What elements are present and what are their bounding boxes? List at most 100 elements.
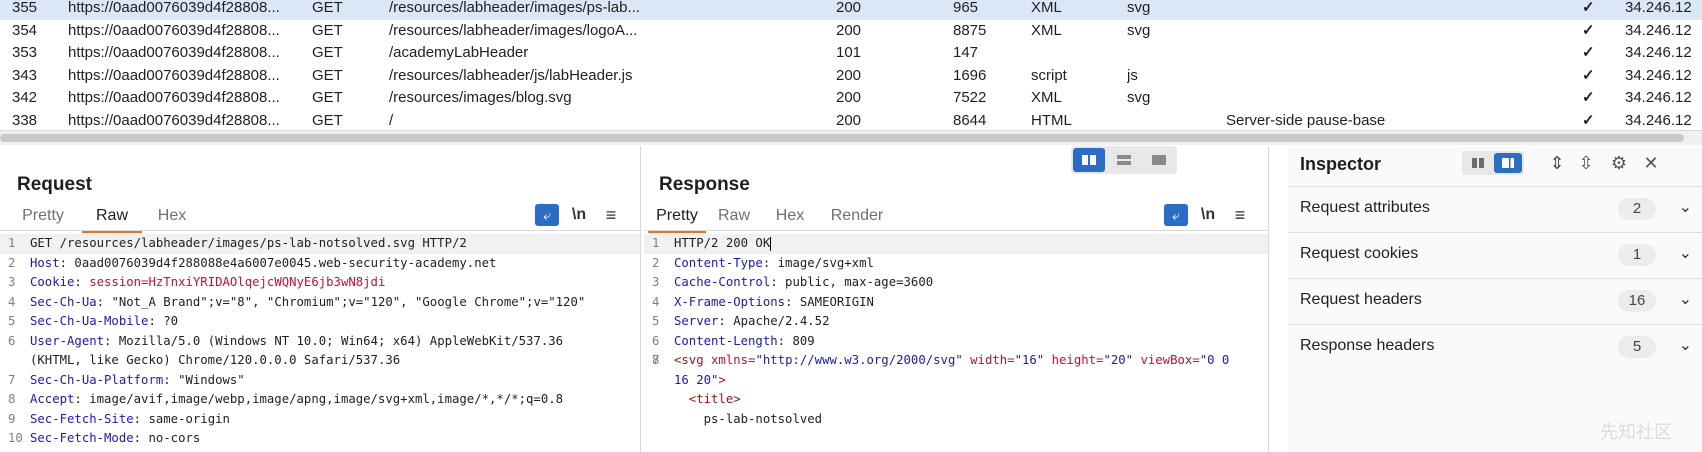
code-line: 16 20"> bbox=[644, 371, 1268, 391]
code-token: Cache-Control bbox=[674, 275, 771, 289]
request-title: Request bbox=[17, 174, 92, 195]
show-newlines-button[interactable]: \n bbox=[1196, 204, 1220, 226]
history-row[interactable]: 354 https://0aad0076039d4f28808... GET/res… bbox=[0, 19, 1702, 43]
history-cell-status: 200 bbox=[836, 0, 862, 16]
inspector-section[interactable]: Request cookies 1 ⌄ bbox=[1288, 232, 1702, 277]
tab-raw[interactable]: Raw bbox=[708, 202, 760, 230]
text-cursor bbox=[770, 236, 772, 251]
wrap-lines-button[interactable]: ⤶ bbox=[535, 204, 559, 226]
history-cell-title: Server-side pause-base bbox=[1226, 111, 1386, 129]
history-cell-host: https://0aad0076039d4f28808... bbox=[68, 111, 280, 129]
line-number: 6 bbox=[652, 333, 660, 348]
line-number: 1 bbox=[8, 236, 16, 250]
show-newlines-button[interactable]: \n bbox=[567, 204, 591, 226]
history-horizontal-scrollbar[interactable] bbox=[0, 130, 1702, 145]
history-cell-method: GET bbox=[312, 66, 343, 84]
side-by-side-layout-icon[interactable] bbox=[1073, 148, 1105, 172]
history-cell-num: 353 bbox=[12, 44, 38, 61]
line-number: 8 bbox=[652, 353, 660, 367]
history-cell-url: /academyLabHeader bbox=[389, 44, 529, 61]
history-cell-host: https://0aad0076039d4f28808... bbox=[68, 89, 280, 106]
request-editor[interactable]: 1 GET /resources/labheader/images/ps-lab-… bbox=[0, 234, 640, 452]
tab-pretty[interactable]: Pretty bbox=[8, 202, 78, 230]
history-row[interactable]: 355 https://0aad0076039d4f28808... GET/res… bbox=[0, 0, 1702, 20]
history-cell-status: 200 bbox=[836, 89, 862, 106]
code-token: : image/svg+xml bbox=[762, 255, 874, 270]
history-cell-length: 1696 bbox=[953, 66, 987, 84]
code-line: 4 X-Frame-Options: SAMEORIGIN bbox=[644, 293, 1268, 313]
history-row[interactable]: 353 https://0aad0076039d4f28808... GET/aca… bbox=[0, 41, 1702, 65]
code-line: 8 <svg xmlns="http://www.w3.org/2000/svg"… bbox=[644, 351, 1268, 371]
hamburger-menu-icon[interactable]: ≡ bbox=[1228, 204, 1252, 226]
tab-hex[interactable]: Hex bbox=[146, 202, 198, 230]
history-cell-length: 965 bbox=[953, 0, 979, 16]
line-number: 9 bbox=[8, 411, 16, 426]
history-cell-host: https://0aad0076039d4f28808... bbox=[68, 44, 280, 61]
history-row[interactable]: 338 https://0aad0076039d4f28808... GET / 200… bbox=[0, 109, 1702, 131]
inspector-section-label: Response headers bbox=[1300, 337, 1435, 354]
history-cell-host: https://0aad0076039d4f28808... bbox=[68, 66, 280, 84]
code-token: : image/avif,image/webp,image/apng,image… bbox=[74, 392, 564, 406]
inspector-layout-right-icon[interactable] bbox=[1494, 153, 1522, 173]
tab-render[interactable]: Render bbox=[822, 202, 892, 230]
code-line: 8 Accept: image/avif,image/webp,image/apn… bbox=[0, 390, 640, 410]
history-cell-length: 147 bbox=[953, 44, 979, 61]
code-token: Sec-Ch-Ua-Mobile bbox=[30, 314, 149, 328]
history-cell-ext: svg bbox=[1127, 0, 1151, 16]
code-token: : "Windows" bbox=[163, 372, 245, 387]
history-cell-url: / bbox=[389, 111, 394, 129]
history-cell-num: 355 bbox=[12, 0, 38, 16]
code-token: ps-lab-notsolved bbox=[674, 411, 823, 426]
hamburger-menu-icon[interactable]: ≡ bbox=[599, 204, 623, 226]
close-icon[interactable]: ✕ bbox=[1638, 151, 1664, 175]
expand-all-icon[interactable]: ⇕ bbox=[1544, 151, 1570, 175]
top-bottom-layout-icon[interactable] bbox=[1108, 148, 1140, 172]
chevron-down-icon[interactable]: ⌄ bbox=[1679, 243, 1692, 263]
history-cell-tls: ✓ bbox=[1582, 66, 1595, 84]
gear-icon[interactable]: ⚙ bbox=[1606, 151, 1632, 175]
history-cell-length: 8875 bbox=[953, 21, 987, 39]
scrollbar-thumb[interactable] bbox=[0, 134, 1684, 142]
inspector-section[interactable]: Request headers 16 ⌄ bbox=[1288, 278, 1702, 323]
code-line: 6 Content-Length: 809 bbox=[644, 332, 1268, 352]
code-token: viewBox= bbox=[1133, 353, 1200, 367]
inspector-layout-left-icon[interactable] bbox=[1464, 153, 1492, 173]
tab-raw[interactable]: Raw bbox=[82, 202, 142, 233]
tab-hex[interactable]: Hex bbox=[764, 202, 816, 230]
wrap-lines-button[interactable]: ⤶ bbox=[1164, 204, 1188, 226]
tabs-layout-icon[interactable] bbox=[1143, 148, 1175, 172]
collapse-all-icon[interactable]: ⇳ bbox=[1573, 151, 1599, 175]
history-cell-tls: ✓ bbox=[1582, 44, 1595, 61]
inspector-section[interactable]: Response headers 5 ⌄ bbox=[1288, 324, 1702, 369]
inspector-section[interactable]: Request attributes 2 ⌄ bbox=[1288, 186, 1702, 231]
history-cell-ip: 34.246.12 bbox=[1625, 21, 1692, 39]
history-cell-ip: 34.246.12 bbox=[1625, 44, 1692, 61]
inspector-count-badge: 2 bbox=[1618, 198, 1656, 220]
line-number: 1 bbox=[652, 236, 660, 250]
code-token: Accept bbox=[30, 392, 75, 406]
code-token: : Mozilla/5.0 (Windows NT 10.0; Win64; x… bbox=[104, 333, 564, 348]
history-cell-tls: ✓ bbox=[1582, 89, 1595, 106]
code-token: : bbox=[74, 275, 90, 289]
response-editor[interactable]: 1 HTTP/2 200 OK 2 Content-Type: image/svg+x… bbox=[644, 234, 1268, 452]
chevron-down-icon[interactable]: ⌄ bbox=[1679, 197, 1692, 217]
code-token: Server bbox=[674, 314, 719, 328]
line-number: 3 bbox=[652, 275, 660, 289]
line-number: 2 bbox=[8, 255, 16, 270]
history-cell-num: 342 bbox=[12, 89, 38, 106]
code-line: 2 Host: 0aad0076039d4f288088e4a6007e0045.… bbox=[0, 254, 640, 274]
line-number: 6 bbox=[8, 333, 16, 348]
history-cell-host: https://0aad0076039d4f28808... bbox=[68, 0, 280, 16]
response-pane: Response Pretty Raw Hex Render ⤶ \n ≡ 1 HTTP… bbox=[644, 146, 1269, 452]
response-toolbar: ⤶ \n ≡ bbox=[1164, 204, 1254, 228]
history-cell-method: GET bbox=[312, 89, 343, 106]
history-cell-length: 8644 bbox=[953, 111, 987, 129]
history-row[interactable]: 343 https://0aad0076039d4f28808... GET/res… bbox=[0, 64, 1702, 88]
chevron-down-icon[interactable]: ⌄ bbox=[1679, 335, 1692, 355]
tab-pretty[interactable]: Pretty bbox=[648, 202, 706, 233]
line-number: 4 bbox=[8, 294, 16, 309]
history-row[interactable]: 342 https://0aad0076039d4f28808... GET/res… bbox=[0, 86, 1702, 110]
chevron-down-icon[interactable]: ⌄ bbox=[1679, 289, 1692, 309]
history-cell-ext: svg bbox=[1127, 89, 1151, 106]
code-token: 16 20" bbox=[674, 372, 719, 387]
